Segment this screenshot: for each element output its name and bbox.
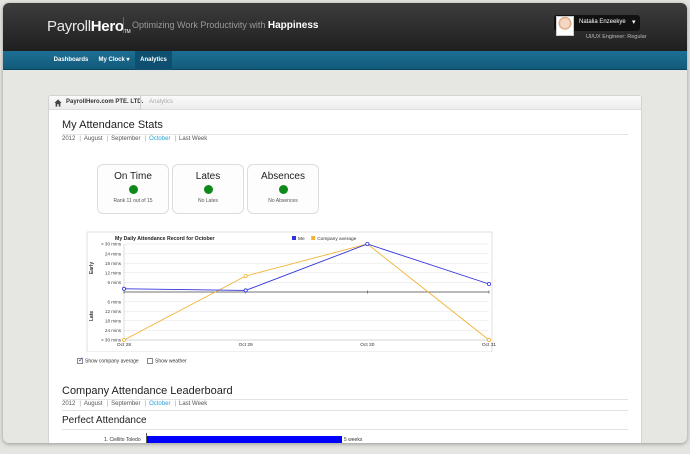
filter-separator: | bbox=[144, 136, 147, 142]
top-header: PayrollHeroTM Optimizing Work Productivi… bbox=[3, 3, 687, 51]
data-point bbox=[243, 274, 248, 279]
breadcrumb-company[interactable]: PayrollHero.com PTE. LTD. bbox=[66, 99, 143, 105]
attendance-filters: 2012 | August | September | October | Last Week bbox=[62, 136, 208, 142]
user-role: UI/UX Engineer: Regular bbox=[586, 34, 647, 40]
legend-label: Me bbox=[298, 236, 305, 242]
y-tick-label: 18 mins bbox=[105, 261, 122, 266]
tagline: Optimizing Work Productivity with Happin… bbox=[123, 17, 318, 33]
lates-card: Lates No Lates bbox=[172, 164, 244, 214]
lates-subtitle: No Lates bbox=[197, 198, 218, 204]
analytics-panel: PayrollHero.com PTE. LTD. Analytics My A… bbox=[48, 95, 642, 443]
perfect-attendance-title: Perfect Attendance bbox=[62, 415, 147, 426]
filter-separator: | bbox=[174, 136, 176, 142]
leaderboard-title: Company Attendance Leaderboard bbox=[62, 385, 233, 397]
attendance-filter-august[interactable]: August bbox=[84, 136, 103, 142]
y-tick-label: 12 mins bbox=[105, 271, 122, 276]
divider bbox=[62, 429, 628, 430]
breadcrumb: PayrollHero.com PTE. LTD. Analytics bbox=[49, 96, 641, 110]
y-axis-label-late: Late bbox=[89, 311, 95, 322]
absences-card: Absences No Absences bbox=[247, 164, 319, 214]
breadcrumb-separator bbox=[140, 96, 141, 110]
data-point bbox=[365, 241, 370, 246]
nav-my-clock[interactable]: My Clock ▾ bbox=[93, 51, 135, 70]
leaderboard-filter-2012[interactable]: 2012 bbox=[62, 401, 75, 407]
attendance-filter-last-week[interactable]: Last Week bbox=[179, 136, 207, 142]
filter-separator: | bbox=[106, 401, 109, 407]
show-weather-option[interactable]: Show weather bbox=[147, 358, 187, 364]
on-time-title: On Time bbox=[114, 171, 152, 182]
breadcrumb-current: Analytics bbox=[149, 99, 174, 105]
absences-subtitle: No Absences bbox=[268, 198, 298, 204]
payrollhero-logo[interactable]: PayrollHeroTM bbox=[47, 18, 131, 35]
show-company-average-option[interactable]: Show company average bbox=[77, 356, 139, 365]
show-weather-label: Show weather bbox=[155, 358, 187, 365]
status-dot-icon bbox=[129, 185, 138, 194]
y-tick-label: 6 mins bbox=[107, 280, 121, 285]
y-tick-label: 24 mins bbox=[105, 328, 122, 333]
leaderboard-bar bbox=[147, 436, 342, 443]
divider bbox=[62, 399, 628, 400]
y-tick-label: > 30 mins bbox=[101, 338, 122, 343]
chart-title: My Daily Attendance Record for October bbox=[115, 236, 215, 242]
divider bbox=[62, 410, 628, 411]
filter-separator: | bbox=[79, 401, 81, 407]
user-name[interactable]: Natalia Enzeekye bbox=[579, 19, 626, 25]
leaderboard-filters: 2012 | August | September | October | Last Week bbox=[62, 401, 208, 407]
attendance-filter-2012[interactable]: 2012 bbox=[62, 136, 75, 142]
legend-swatch bbox=[292, 236, 296, 240]
attendance-chart-svg: My Daily Attendance Record for October Me… bbox=[86, 231, 496, 353]
status-dot-icon bbox=[279, 185, 288, 194]
y-tick-label: 24 mins bbox=[105, 251, 122, 256]
absences-title: Absences bbox=[261, 171, 305, 182]
y-tick-label: 6 mins bbox=[107, 299, 121, 304]
main-nav: Dashboards My Clock ▾ Analytics bbox=[3, 51, 687, 70]
filter-separator: | bbox=[144, 401, 147, 407]
nav-analytics[interactable]: Analytics bbox=[135, 51, 172, 70]
home-icon[interactable] bbox=[54, 99, 62, 107]
leaderboard-filter-october[interactable]: October bbox=[149, 401, 170, 407]
lates-title: Lates bbox=[195, 171, 221, 182]
data-point bbox=[122, 338, 127, 343]
data-point bbox=[486, 338, 491, 343]
on-time-rank: Rank 11 out of 15 bbox=[113, 198, 153, 204]
y-axis-label-early: Early bbox=[89, 262, 95, 274]
data-point bbox=[122, 286, 127, 291]
y-tick-label: 18 mins bbox=[105, 319, 122, 324]
y-tick-label: 12 mins bbox=[105, 309, 122, 314]
show-weather-checkbox[interactable] bbox=[147, 358, 153, 364]
attendance-filter-september[interactable]: September bbox=[111, 136, 140, 142]
nav-dashboards[interactable]: Dashboards bbox=[51, 51, 91, 70]
leaderboard-filter-september[interactable]: September bbox=[111, 401, 140, 407]
chevron-down-icon[interactable]: ▾ bbox=[632, 18, 636, 26]
leaderboard-name: 1. Ciellito Toledo bbox=[104, 437, 141, 443]
attendance-chart: My Daily Attendance Record for October Me… bbox=[69, 230, 499, 353]
filter-separator: | bbox=[174, 401, 176, 407]
filter-separator: | bbox=[79, 136, 81, 142]
leaderboard-filter-last-week[interactable]: Last Week bbox=[179, 401, 207, 407]
on-time-card: On Time Rank 11 out of 15 bbox=[97, 164, 169, 214]
attendance-filter-october[interactable]: October bbox=[149, 136, 170, 142]
x-tick-label: Oct 28 bbox=[117, 342, 131, 348]
data-point bbox=[486, 282, 491, 287]
app-window: PayrollHeroTM Optimizing Work Productivi… bbox=[3, 3, 687, 443]
leaderboard-value: 5 weeks bbox=[344, 437, 363, 443]
x-tick-label: Oct 31 bbox=[482, 342, 496, 348]
legend-label: Company average bbox=[317, 236, 357, 242]
x-tick-label: Oct 29 bbox=[239, 342, 253, 348]
legend-swatch bbox=[311, 236, 316, 240]
leaderboard-filter-august[interactable]: August bbox=[84, 401, 103, 407]
filter-separator: | bbox=[106, 136, 109, 142]
data-point bbox=[243, 288, 248, 293]
divider bbox=[62, 134, 628, 135]
status-dot-icon bbox=[204, 185, 213, 194]
x-tick-label: Oct 30 bbox=[360, 342, 374, 348]
y-tick-label: > 30 mins bbox=[101, 242, 122, 247]
show-company-average-checkbox[interactable] bbox=[77, 356, 84, 364]
avatar[interactable] bbox=[556, 16, 574, 36]
show-company-average-label: Show company average bbox=[85, 358, 139, 365]
attendance-title: My Attendance Stats bbox=[62, 119, 163, 131]
